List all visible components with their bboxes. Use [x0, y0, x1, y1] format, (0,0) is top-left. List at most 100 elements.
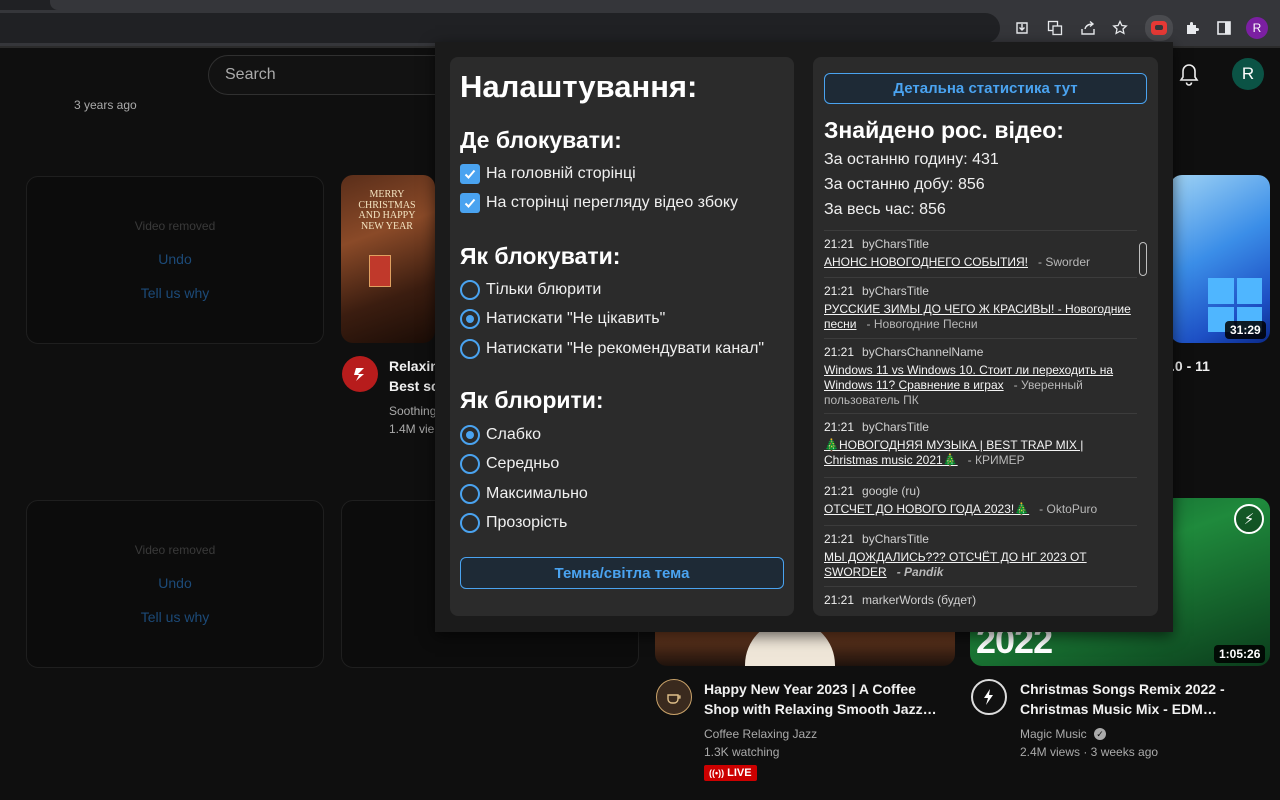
- radio-button-selected[interactable]: [460, 309, 480, 329]
- checkbox-checked-icon[interactable]: [460, 164, 480, 184]
- radio-button[interactable]: [460, 280, 480, 300]
- detection-video-link[interactable]: 🎄НОВОГОДНЯЯ МУЗЫКА | BEST TRAP MIX | Chr…: [824, 438, 1083, 467]
- stat-last-day: За останню добу: 856: [824, 176, 985, 193]
- detection-time: 21:21: [824, 593, 855, 607]
- channel-name[interactable]: Magic Music: [1020, 725, 1087, 743]
- video-title-line[interactable]: Christmas Music Mix - EDM…: [1020, 699, 1217, 719]
- checkbox-checked-icon[interactable]: [460, 193, 480, 213]
- puzzle-extensions-icon[interactable]: [1180, 16, 1204, 40]
- video-title-line[interactable]: Happy New Year 2023 | A Coffee: [704, 679, 916, 699]
- extension-popup: Налаштування: Де блокувати: На головній …: [435, 42, 1173, 632]
- detection-rule: byCharsTitle: [862, 237, 929, 251]
- detection-video-link[interactable]: МЫ ДОЖДАЛИСЬ??? ОТСЧЁТ ДО НГ 2023 ОТ SWO…: [824, 550, 1087, 579]
- live-label: LIVE: [727, 767, 752, 779]
- detection-channel: - Pandik: [896, 565, 944, 579]
- detection-video-link[interactable]: ОТСЧЕТ ДО НОВОГО ГОДА 2023!🎄: [824, 502, 1029, 516]
- option-label: Максимально: [486, 485, 588, 502]
- video-views: 2.4M views · 3 weeks ago: [1020, 745, 1159, 759]
- channel-name[interactable]: Coffee Relaxing Jazz: [704, 725, 817, 743]
- detection-rule: byCharsChannelName: [862, 345, 984, 359]
- channel-avatar[interactable]: [971, 679, 1007, 715]
- browser-profile-avatar[interactable]: R: [1246, 17, 1268, 39]
- removed-title: Video removed: [134, 543, 216, 557]
- account-avatar[interactable]: R: [1232, 58, 1264, 90]
- list-item: 21:21 byCharsChannelName Windows 11 vs Wi…: [824, 338, 1137, 408]
- video-thumbnail[interactable]: MERRY CHRISTMAS AND HAPPY NEW YEAR: [341, 175, 435, 343]
- lightning-bolt-icon: ⚡: [1234, 504, 1264, 534]
- tab-bar: [50, 0, 1280, 10]
- list-item: 21:21 byCharsTitle АНОНС НОВОГОДНЕГО СОБЫ…: [824, 230, 1137, 270]
- gift-box-graphic: [369, 255, 391, 287]
- side-panel-icon[interactable]: [1212, 16, 1236, 40]
- notifications-bell-icon[interactable]: [1176, 62, 1202, 88]
- video-title-line[interactable]: Christmas Songs Remix 2022 -: [1020, 679, 1225, 699]
- undo-link[interactable]: Undo: [158, 251, 191, 267]
- list-item: 21:21 byCharsTitle РУССКИЕ ЗИМЫ ДО ЧЕГО Ж…: [824, 277, 1137, 332]
- live-badge: ((•)) LIVE: [704, 765, 757, 781]
- detection-time: 21:21: [824, 420, 855, 434]
- translate-icon[interactable]: [1043, 16, 1067, 40]
- option-label: Натискати "Не цікавить": [486, 310, 666, 327]
- tab-strip: [0, 0, 1280, 10]
- detection-time: 21:21: [824, 284, 855, 298]
- how-block-heading: Як блокувати:: [460, 243, 621, 269]
- extension-blocker-icon[interactable]: [1145, 15, 1173, 41]
- option-label: На сторінці перегляду відео збоку: [486, 194, 739, 211]
- detection-channel: - Sworder: [1038, 255, 1091, 269]
- radio-button[interactable]: [460, 339, 480, 359]
- tell-us-why-link[interactable]: Tell us why: [141, 285, 209, 301]
- settings-panel: Налаштування: Де блокувати: На головній …: [450, 57, 794, 616]
- detailed-stats-button[interactable]: Детальна статистика тут: [824, 73, 1147, 104]
- stat-last-hour: За останню годину: 431: [824, 151, 999, 168]
- radio-button-selected[interactable]: [460, 425, 480, 445]
- video-title-line[interactable]: .0 - 11: [1171, 356, 1210, 376]
- share-icon[interactable]: [1076, 16, 1100, 40]
- list-scrollbar[interactable]: [1139, 242, 1147, 276]
- channel-avatar[interactable]: [656, 679, 692, 715]
- option-label: Прозорість: [486, 514, 568, 531]
- detection-video-link[interactable]: АНОНС НОВОГОДНЕГО СОБЫТИЯ!: [824, 255, 1028, 269]
- detection-time: 21:21: [824, 345, 855, 359]
- channel-name[interactable]: Soothing: [389, 402, 436, 420]
- detection-time: 21:21: [824, 237, 855, 251]
- address-bar[interactable]: [0, 13, 1000, 43]
- video-views: 1.4M vie: [389, 422, 435, 436]
- video-thumbnail[interactable]: [1170, 175, 1270, 343]
- detection-channel: - КРИМЕР: [967, 453, 1025, 467]
- list-item: 21:21 byCharsTitle МЫ ДОЖДАЛИСЬ??? ОТСЧЁТ…: [824, 525, 1137, 580]
- video-title-line[interactable]: Shop with Relaxing Smooth Jazz…: [704, 699, 937, 719]
- blur-option-transparency[interactable]: Прозорість: [460, 512, 567, 534]
- stats-panel: Детальна статистика тут Знайдено рос. ві…: [813, 57, 1158, 616]
- tell-us-why-link[interactable]: Tell us why: [141, 609, 209, 625]
- browser-toolbar: R: [0, 10, 1280, 46]
- radio-button[interactable]: [460, 513, 480, 533]
- theme-toggle-button[interactable]: Темна/світла тема: [460, 557, 784, 589]
- blur-option-medium[interactable]: Середньо: [460, 453, 559, 475]
- video-title-line[interactable]: Best sc: [389, 376, 439, 396]
- list-item: 21:21 markerWords (будет): [824, 586, 1137, 610]
- download-icon[interactable]: [1010, 16, 1034, 40]
- where-option-home[interactable]: На головній сторінці: [460, 163, 636, 185]
- radio-button[interactable]: [460, 454, 480, 474]
- where-option-sidebar[interactable]: На сторінці перегляду відео збоку: [460, 192, 738, 214]
- screen: { "browser": { "profile_initial": "R", "…: [0, 0, 1280, 800]
- bookmark-star-icon[interactable]: [1108, 16, 1132, 40]
- video-duration: 1:05:26: [1214, 645, 1266, 663]
- radio-button[interactable]: [460, 484, 480, 504]
- blur-heading: Як блюрити:: [460, 387, 604, 413]
- video-title-line[interactable]: Relaxin: [389, 356, 439, 376]
- stat-all-time: За весь час: 856: [824, 201, 946, 218]
- search-input[interactable]: Search: [208, 55, 468, 95]
- removed-video-card: Video removed Undo Tell us why: [26, 176, 324, 344]
- channel-avatar[interactable]: [342, 356, 378, 392]
- list-item: 21:21 byCharsTitle 🎄НОВОГОДНЯЯ МУЗЫКА | B…: [824, 413, 1137, 468]
- undo-link[interactable]: Undo: [158, 575, 191, 591]
- blur-option-max[interactable]: Максимально: [460, 483, 588, 505]
- how-option-not-interested[interactable]: Натискати "Не цікавить": [460, 308, 665, 330]
- how-option-dont-recommend[interactable]: Натискати "Не рекомендувати канал": [460, 338, 764, 360]
- blur-option-weak[interactable]: Слабко: [460, 424, 541, 446]
- video-duration: 31:29: [1225, 321, 1266, 339]
- how-option-blur-only[interactable]: Тільки блюрити: [460, 279, 601, 301]
- detections-list[interactable]: 21:21 byCharsTitle АНОНС НОВОГОДНЕГО СОБЫ…: [824, 230, 1148, 610]
- where-block-heading: Де блокувати:: [460, 127, 622, 153]
